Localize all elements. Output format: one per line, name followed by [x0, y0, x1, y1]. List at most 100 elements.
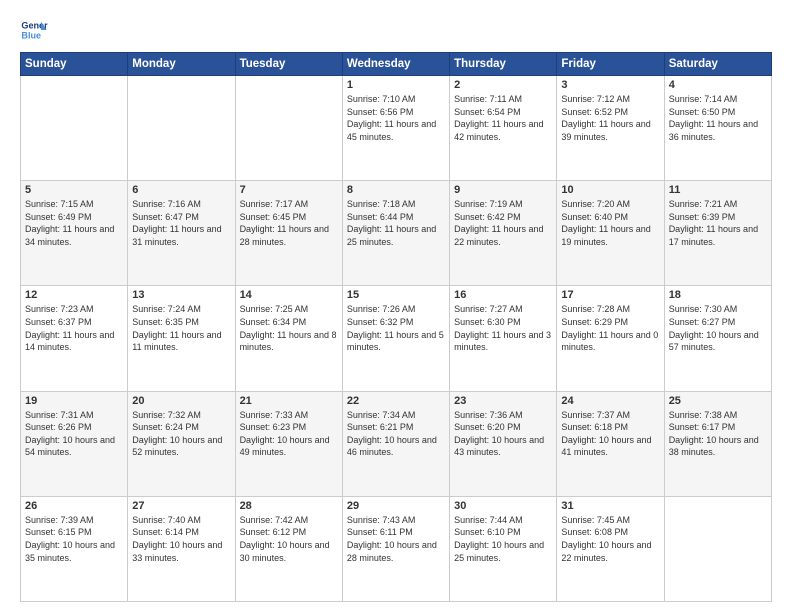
- day-info: Sunrise: 7:39 AMSunset: 6:15 PMDaylight:…: [25, 514, 123, 564]
- calendar-cell: 20 Sunrise: 7:32 AMSunset: 6:24 PMDayligh…: [128, 391, 235, 496]
- day-number: 11: [669, 184, 767, 196]
- day-header-monday: Monday: [128, 53, 235, 76]
- calendar-cell: 23 Sunrise: 7:36 AMSunset: 6:20 PMDayligh…: [450, 391, 557, 496]
- calendar-cell: 12 Sunrise: 7:23 AMSunset: 6:37 PMDayligh…: [21, 286, 128, 391]
- calendar-cell: 26 Sunrise: 7:39 AMSunset: 6:15 PMDayligh…: [21, 496, 128, 601]
- calendar-week-row-5: 26 Sunrise: 7:39 AMSunset: 6:15 PMDayligh…: [21, 496, 772, 601]
- day-number: 13: [132, 289, 230, 301]
- day-header-friday: Friday: [557, 53, 664, 76]
- calendar-week-row-3: 12 Sunrise: 7:23 AMSunset: 6:37 PMDayligh…: [21, 286, 772, 391]
- day-info: Sunrise: 7:26 AMSunset: 6:32 PMDaylight:…: [347, 303, 445, 353]
- calendar-cell: 9 Sunrise: 7:19 AMSunset: 6:42 PMDaylight…: [450, 181, 557, 286]
- day-info: Sunrise: 7:38 AMSunset: 6:17 PMDaylight:…: [669, 409, 767, 459]
- day-info: Sunrise: 7:17 AMSunset: 6:45 PMDaylight:…: [240, 198, 338, 248]
- day-number: 20: [132, 395, 230, 407]
- calendar-cell: 13 Sunrise: 7:24 AMSunset: 6:35 PMDayligh…: [128, 286, 235, 391]
- day-number: 18: [669, 289, 767, 301]
- logo-icon: General Blue: [20, 16, 48, 44]
- day-info: Sunrise: 7:37 AMSunset: 6:18 PMDaylight:…: [561, 409, 659, 459]
- calendar-cell: 31 Sunrise: 7:45 AMSunset: 6:08 PMDayligh…: [557, 496, 664, 601]
- calendar-cell: 24Sunrise: 7:37 AMSunset: 6:18 PMDayligh…: [557, 391, 664, 496]
- calendar-table: SundayMondayTuesdayWednesdayThursdayFrid…: [20, 52, 772, 602]
- day-header-thursday: Thursday: [450, 53, 557, 76]
- day-info: Sunrise: 7:34 AMSunset: 6:21 PMDaylight:…: [347, 409, 445, 459]
- day-number: 2: [454, 79, 552, 91]
- day-info: Sunrise: 7:23 AMSunset: 6:37 PMDaylight:…: [25, 303, 123, 353]
- day-number: 17: [561, 289, 659, 301]
- calendar-cell: 8Sunrise: 7:18 AMSunset: 6:44 PMDaylight…: [342, 181, 449, 286]
- calendar-cell: 11 Sunrise: 7:21 AMSunset: 6:39 PMDayligh…: [664, 181, 771, 286]
- calendar-cell: 6 Sunrise: 7:16 AMSunset: 6:47 PMDaylight…: [128, 181, 235, 286]
- day-number: 12: [25, 289, 123, 301]
- calendar-week-row-1: 1 Sunrise: 7:10 AMSunset: 6:56 PMDaylight…: [21, 76, 772, 181]
- calendar-cell: 27 Sunrise: 7:40 AMSunset: 6:14 PMDayligh…: [128, 496, 235, 601]
- day-info: Sunrise: 7:33 AMSunset: 6:23 PMDaylight:…: [240, 409, 338, 459]
- calendar-cell: 21Sunrise: 7:33 AMSunset: 6:23 PMDayligh…: [235, 391, 342, 496]
- day-number: 14: [240, 289, 338, 301]
- day-number: 27: [132, 500, 230, 512]
- day-number: 31: [561, 500, 659, 512]
- calendar-cell: 28Sunrise: 7:42 AMSunset: 6:12 PMDayligh…: [235, 496, 342, 601]
- calendar-cell: [128, 76, 235, 181]
- calendar-cell: 15 Sunrise: 7:26 AMSunset: 6:32 PMDayligh…: [342, 286, 449, 391]
- day-info: Sunrise: 7:40 AMSunset: 6:14 PMDaylight:…: [132, 514, 230, 564]
- logo: General Blue: [20, 16, 48, 44]
- day-info: Sunrise: 7:10 AMSunset: 6:56 PMDaylight:…: [347, 93, 445, 143]
- calendar-cell: [235, 76, 342, 181]
- day-info: Sunrise: 7:16 AMSunset: 6:47 PMDaylight:…: [132, 198, 230, 248]
- day-header-tuesday: Tuesday: [235, 53, 342, 76]
- day-info: Sunrise: 7:19 AMSunset: 6:42 PMDaylight:…: [454, 198, 552, 248]
- calendar-cell: 19Sunrise: 7:31 AMSunset: 6:26 PMDayligh…: [21, 391, 128, 496]
- day-info: Sunrise: 7:25 AMSunset: 6:34 PMDaylight:…: [240, 303, 338, 353]
- calendar-cell: 5 Sunrise: 7:15 AMSunset: 6:49 PMDaylight…: [21, 181, 128, 286]
- calendar-cell: [21, 76, 128, 181]
- page: General Blue SundayMondayTuesdayWednesda…: [0, 0, 792, 612]
- day-number: 30: [454, 500, 552, 512]
- day-header-wednesday: Wednesday: [342, 53, 449, 76]
- day-header-saturday: Saturday: [664, 53, 771, 76]
- day-number: 7: [240, 184, 338, 196]
- day-info: Sunrise: 7:43 AMSunset: 6:11 PMDaylight:…: [347, 514, 445, 564]
- day-info: Sunrise: 7:30 AMSunset: 6:27 PMDaylight:…: [669, 303, 767, 353]
- calendar-cell: 17 Sunrise: 7:28 AMSunset: 6:29 PMDayligh…: [557, 286, 664, 391]
- day-number: 5: [25, 184, 123, 196]
- day-info: Sunrise: 7:20 AMSunset: 6:40 PMDaylight:…: [561, 198, 659, 248]
- calendar-cell: 1 Sunrise: 7:10 AMSunset: 6:56 PMDaylight…: [342, 76, 449, 181]
- day-info: Sunrise: 7:24 AMSunset: 6:35 PMDaylight:…: [132, 303, 230, 353]
- day-info: Sunrise: 7:21 AMSunset: 6:39 PMDaylight:…: [669, 198, 767, 248]
- day-info: Sunrise: 7:45 AMSunset: 6:08 PMDaylight:…: [561, 514, 659, 564]
- day-number: 15: [347, 289, 445, 301]
- calendar-cell: [664, 496, 771, 601]
- calendar-week-row-4: 19Sunrise: 7:31 AMSunset: 6:26 PMDayligh…: [21, 391, 772, 496]
- day-info: Sunrise: 7:32 AMSunset: 6:24 PMDaylight:…: [132, 409, 230, 459]
- day-header-sunday: Sunday: [21, 53, 128, 76]
- day-info: Sunrise: 7:15 AMSunset: 6:49 PMDaylight:…: [25, 198, 123, 248]
- day-info: Sunrise: 7:12 AMSunset: 6:52 PMDaylight:…: [561, 93, 659, 143]
- day-info: Sunrise: 7:31 AMSunset: 6:26 PMDaylight:…: [25, 409, 123, 459]
- calendar-cell: 16Sunrise: 7:27 AMSunset: 6:30 PMDayligh…: [450, 286, 557, 391]
- day-number: 16: [454, 289, 552, 301]
- day-info: Sunrise: 7:28 AMSunset: 6:29 PMDaylight:…: [561, 303, 659, 353]
- calendar-cell: 7 Sunrise: 7:17 AMSunset: 6:45 PMDaylight…: [235, 181, 342, 286]
- calendar-week-row-2: 5 Sunrise: 7:15 AMSunset: 6:49 PMDaylight…: [21, 181, 772, 286]
- day-number: 9: [454, 184, 552, 196]
- day-info: Sunrise: 7:11 AMSunset: 6:54 PMDaylight:…: [454, 93, 552, 143]
- day-info: Sunrise: 7:44 AMSunset: 6:10 PMDaylight:…: [454, 514, 552, 564]
- day-number: 8: [347, 184, 445, 196]
- calendar-cell: 30 Sunrise: 7:44 AMSunset: 6:10 PMDayligh…: [450, 496, 557, 601]
- top-section: General Blue: [20, 16, 772, 44]
- day-number: 26: [25, 500, 123, 512]
- day-info: Sunrise: 7:36 AMSunset: 6:20 PMDaylight:…: [454, 409, 552, 459]
- day-number: 25: [669, 395, 767, 407]
- calendar-cell: 14 Sunrise: 7:25 AMSunset: 6:34 PMDayligh…: [235, 286, 342, 391]
- day-number: 29: [347, 500, 445, 512]
- day-number: 6: [132, 184, 230, 196]
- day-number: 28: [240, 500, 338, 512]
- day-number: 4: [669, 79, 767, 91]
- day-number: 10: [561, 184, 659, 196]
- day-number: 23: [454, 395, 552, 407]
- day-number: 22: [347, 395, 445, 407]
- calendar-cell: 4 Sunrise: 7:14 AMSunset: 6:50 PMDaylight…: [664, 76, 771, 181]
- day-number: 1: [347, 79, 445, 91]
- day-info: Sunrise: 7:14 AMSunset: 6:50 PMDaylight:…: [669, 93, 767, 143]
